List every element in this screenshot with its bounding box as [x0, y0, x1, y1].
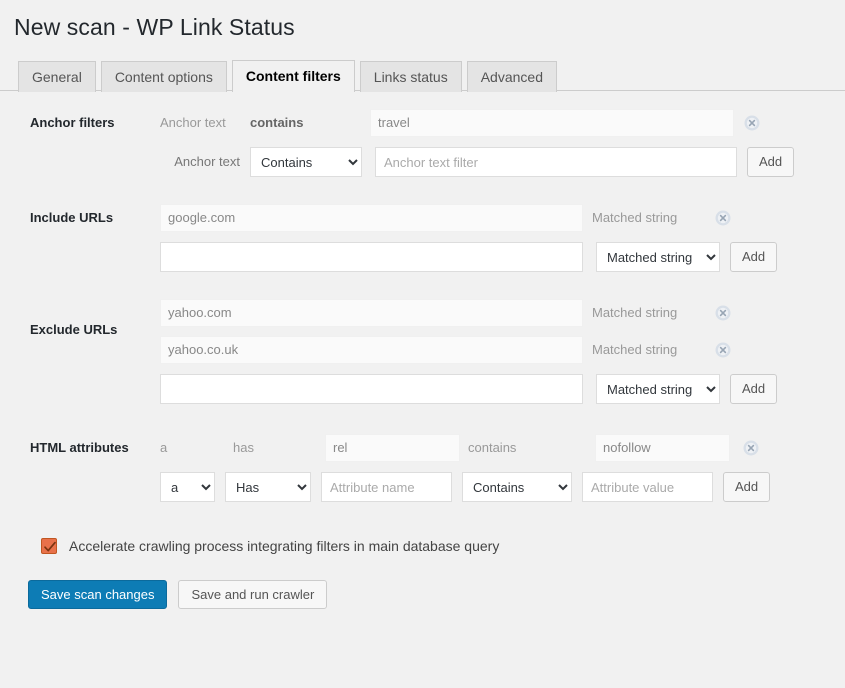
section-label-anchor-filters: Anchor filters [30, 115, 115, 130]
accelerate-checkbox-label: Accelerate crawling process integrating … [69, 538, 500, 554]
tab-list: General Content options Content filters … [18, 58, 845, 92]
include-url-add-button[interactable]: Add [730, 242, 778, 272]
page-title: New scan - WP Link Status [14, 14, 295, 40]
html-attribute-name: rel [325, 434, 460, 462]
section-exclude-urls: Exclude URLs yahoo.com Matched string ya… [0, 273, 845, 405]
remove-circle-icon[interactable] [715, 305, 731, 321]
html-attribute-value: nofollow [595, 434, 730, 462]
section-label-html-attributes: HTML attributes [30, 440, 129, 455]
tab-links-status[interactable]: Links status [359, 61, 462, 92]
accelerate-checkbox[interactable] [41, 538, 57, 554]
exclude-url-match-select[interactable]: Matched string [596, 374, 720, 404]
include-urls-rows: google.com Matched string Matched string [160, 204, 845, 273]
form-actions: Save scan changes Save and run crawler [0, 580, 845, 609]
include-url-match-type: Matched string [592, 210, 678, 225]
anchor-filter-add-button[interactable]: Add [747, 147, 795, 177]
tab-general[interactable]: General [18, 61, 96, 92]
anchor-filter-new-row: Anchor text Contains Add [160, 146, 845, 178]
html-attribute-operator-select[interactable]: Has [225, 472, 311, 502]
include-url-value: google.com [160, 204, 583, 232]
accelerate-checkbox-row: Accelerate crawling process integrating … [0, 538, 845, 554]
anchor-filter-value: travel [370, 109, 734, 137]
exclude-url-new-row: Matched string Add [160, 373, 845, 405]
html-attribute-tag: a [160, 440, 168, 455]
remove-circle-icon[interactable] [715, 210, 731, 226]
exclude-url-add-button[interactable]: Add [730, 374, 778, 404]
html-attribute-comparator-select[interactable]: Contains [462, 472, 572, 502]
tab-content-filters[interactable]: Content filters [231, 60, 355, 92]
exclude-url-match-type: Matched string [592, 305, 678, 320]
section-label-exclude-urls: Exclude URLs [30, 322, 118, 337]
anchor-filter-operator-select[interactable]: Contains [250, 147, 362, 177]
content-filters-form: Anchor filters Anchor text contains trav… [0, 91, 845, 609]
html-attribute-operator: has [233, 440, 254, 455]
check-icon [44, 541, 56, 552]
save-scan-changes-button[interactable]: Save scan changes [28, 580, 168, 609]
include-url-input[interactable] [160, 242, 583, 272]
exclude-url-match-type: Matched string [592, 342, 678, 357]
include-url-new-row: Matched string Add [160, 241, 845, 273]
save-and-run-crawler-button[interactable]: Save and run crawler [178, 580, 328, 609]
section-label-include-urls: Include URLs [30, 210, 114, 225]
section-include-urls: Include URLs google.com Matched string M… [0, 178, 845, 273]
html-attribute-add-button[interactable]: Add [723, 472, 771, 502]
exclude-urls-rows: yahoo.com Matched string yahoo.co.uk Mat… [160, 299, 845, 405]
html-attribute-name-input[interactable] [321, 472, 452, 502]
anchor-filters-rows: Anchor text contains travel Anchor text … [160, 109, 845, 178]
tab-bar: General Content options Content filters … [0, 58, 845, 92]
exclude-url-value: yahoo.co.uk [160, 336, 583, 364]
tab-advanced[interactable]: Advanced [466, 61, 557, 92]
anchor-filter-existing-row: Anchor text contains travel [160, 109, 845, 137]
remove-circle-icon[interactable] [744, 115, 760, 131]
include-url-match-select[interactable]: Matched string [596, 242, 720, 272]
include-url-existing-row: google.com Matched string [160, 204, 845, 232]
exclude-url-existing-row: yahoo.com Matched string [160, 299, 845, 327]
exclude-url-value: yahoo.com [160, 299, 583, 327]
anchor-filter-operator: contains [250, 115, 304, 130]
exclude-url-input[interactable] [160, 374, 583, 404]
exclude-url-existing-row: yahoo.co.uk Matched string [160, 336, 845, 364]
html-attribute-existing-row: a has rel contains nofollow [160, 434, 845, 462]
html-attributes-rows: a has rel contains nofollow a Has Attrib… [160, 434, 845, 503]
section-html-attributes: HTML attributes a has rel contains nofol… [0, 405, 845, 503]
html-attribute-value-input[interactable] [582, 472, 713, 502]
html-attribute-new-row: a Has Contains Add [160, 471, 845, 503]
anchor-filter-new-field-label: Anchor text [174, 154, 240, 169]
remove-circle-icon[interactable] [743, 440, 759, 456]
html-attribute-tag-select[interactable]: a [160, 472, 215, 502]
tab-content-options[interactable]: Content options [100, 61, 227, 92]
html-attribute-comparator: contains [468, 440, 517, 455]
section-anchor-filters: Anchor filters Anchor text contains trav… [0, 91, 845, 178]
remove-circle-icon[interactable] [715, 342, 731, 358]
anchor-filter-value-input[interactable] [375, 147, 737, 177]
anchor-filter-field-label: Anchor text [160, 115, 226, 130]
